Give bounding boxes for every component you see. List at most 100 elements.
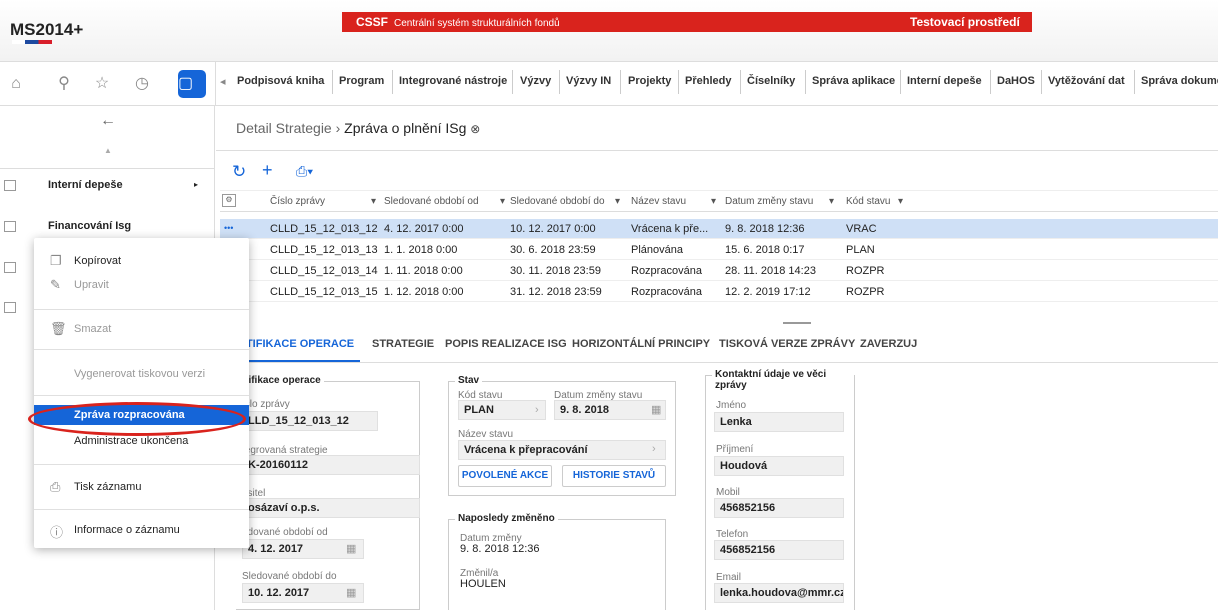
menu-item[interactable]: Vytěžování dat (1048, 75, 1125, 87)
menu-item[interactable]: Projekty (628, 75, 671, 87)
table-row[interactable]: CLLD_15_12_013_15 1. 12. 2018 0:00 31. 1… (220, 282, 1218, 302)
menu-item[interactable]: Interní depeše (907, 75, 982, 87)
cell: 15. 6. 2018 0:17 (725, 244, 805, 256)
splitter-handle[interactable] (783, 322, 811, 324)
calendar-icon[interactable]: ▦ (346, 542, 356, 555)
cell: ROZPR (846, 286, 885, 298)
table-row[interactable]: CLLD_15_12_013_13 1. 1. 2018 0:00 30. 6.… (220, 240, 1218, 260)
clock-icon[interactable]: ◷ (130, 72, 154, 96)
menu-item-smazat[interactable]: Smazat (74, 323, 111, 335)
info-icon: ⓘ (50, 525, 64, 540)
menu-item[interactable]: Program (339, 75, 384, 87)
nazev-stavu-field[interactable]: Vrácena k přepracování (458, 440, 666, 460)
tab-popis[interactable]: POPIS REALIZACE ISG (445, 338, 567, 350)
sidebar-item-financovani[interactable]: Financování Isg (48, 220, 131, 232)
menu-item-tiskova-verze[interactable]: Vygenerovat tiskovou verzi (74, 368, 205, 380)
zmenil-value: HOULEN (460, 578, 506, 590)
menu-divider (1134, 70, 1135, 94)
email-field[interactable]: lenka.houdova@mmr.cz (714, 583, 844, 603)
kod-stavu-field[interactable]: PLAN (458, 400, 546, 420)
cell: Plánována (631, 244, 683, 256)
chevron-right-icon[interactable]: › (652, 443, 656, 455)
chevron-right-icon[interactable]: › (535, 404, 539, 416)
menu-item[interactable]: Podpisová kniha (237, 75, 324, 87)
datum-zmeny-field[interactable]: 9. 8. 2018 (554, 400, 666, 420)
col-header[interactable]: Datum změny stavu (725, 196, 813, 207)
print-dropdown-icon[interactable]: ⎙▾ (296, 163, 313, 180)
telefon-field[interactable]: 456852156 (714, 540, 844, 560)
breadcrumb-parent[interactable]: Detail Strategie (236, 120, 332, 136)
nositel-field[interactable]: osázaví o.p.s. (242, 498, 420, 518)
row-menu-icon[interactable]: ••• (224, 223, 233, 233)
back-arrow-icon[interactable]: ← (100, 112, 116, 130)
menu-item[interactable]: Číselníky (747, 75, 795, 87)
menu-divider (34, 395, 249, 396)
menu-item[interactable]: Integrované nástroje (399, 75, 507, 87)
jmeno-field[interactable]: Lenka (714, 412, 844, 432)
field-label: Telefon (716, 529, 749, 540)
col-header[interactable]: Kód stavu (846, 196, 890, 207)
close-circle-icon[interactable]: ⊗ (470, 122, 480, 136)
field-label: Jméno (716, 400, 747, 411)
grid-settings-icon[interactable]: ⚙ (222, 194, 236, 207)
menu-scroll-left-icon[interactable]: ◂ (220, 75, 226, 88)
search-icon[interactable]: ⚲ (52, 72, 76, 96)
col-header-sort-icon[interactable]: ▾ (371, 196, 376, 207)
prijmeni-field[interactable]: Houdová (714, 456, 844, 476)
tabs-divider (216, 362, 1218, 363)
col-header[interactable]: Název stavu (631, 196, 686, 207)
menu-item-tisk[interactable]: Tisk záznamu (74, 481, 141, 493)
menu-item-administrace-ukoncena[interactable]: Administrace ukončena (74, 435, 188, 447)
col-header[interactable]: Číslo zprávy (270, 196, 325, 207)
cell: 30. 11. 2018 23:59 (510, 265, 601, 277)
strategie-field[interactable]: K-20160112 (242, 455, 420, 475)
calendar-icon[interactable]: ▦ (346, 586, 356, 599)
menu-item[interactable]: Výzvy (520, 75, 551, 87)
col-header[interactable]: Sledované období do (510, 196, 605, 207)
refresh-icon[interactable]: ↻ (232, 162, 246, 182)
tab-tiskova[interactable]: TISKOVÁ VERZE ZPRÁVY (719, 338, 855, 350)
col-header-sort-icon[interactable]: ▾ (615, 196, 620, 207)
cislo-zpravy-field[interactable]: LLD_15_12_013_12 (242, 411, 378, 431)
pencil-icon: ✎ (50, 277, 61, 292)
menu-item[interactable]: DaHOS (997, 75, 1035, 87)
historie-stavu-button[interactable]: HISTORIE STAVŮ (562, 465, 666, 487)
col-header[interactable]: Sledované období od (384, 196, 479, 207)
chevron-right-icon: ▸ (194, 180, 199, 189)
col-header-sort-icon[interactable]: ▾ (500, 196, 505, 207)
calendar-icon[interactable]: ▦ (651, 403, 661, 416)
sidebar-item-interni-depese[interactable]: Interní depeše (48, 179, 123, 191)
cell: 1. 12. 2018 0:00 (384, 286, 464, 298)
menu-item[interactable]: Výzvy IN (566, 75, 611, 87)
menu-item[interactable]: Přehledy (685, 75, 731, 87)
table-row[interactable]: CLLD_15_12_013_14 1. 11. 2018 0:00 30. 1… (220, 261, 1218, 281)
tab-zaverzuj[interactable]: ZAVERZUJ (860, 338, 917, 350)
col-header-sort-icon[interactable]: ▾ (898, 196, 903, 207)
tab-identifikace[interactable]: NTIFIKACE OPERACE (238, 338, 354, 350)
menu-item-kopirovat[interactable]: Kopírovat (74, 255, 121, 267)
col-header-sort-icon[interactable]: ▾ (829, 196, 834, 207)
table-row[interactable]: ••• CLLD_15_12_013_12 4. 12. 2017 0:00 1… (220, 219, 1218, 239)
panel-toggle-icon[interactable]: ▢ (178, 70, 206, 98)
menu-item[interactable]: Správa dokume (1141, 75, 1218, 87)
povolene-akce-button[interactable]: POVOLENÉ AKCE (458, 465, 552, 487)
document-icon (4, 262, 16, 273)
menu-item-upravit[interactable]: Upravit (74, 279, 109, 291)
cell: 4. 12. 2017 0:00 (384, 223, 464, 235)
menu-item-informace[interactable]: Informace o záznamu (74, 524, 180, 536)
document-icon (4, 302, 16, 313)
breadcrumb-current: Zpráva o plnění ISg (344, 120, 467, 136)
star-icon[interactable]: ☆ (90, 72, 114, 96)
tab-horizontalni[interactable]: HORIZONTÁLNÍ PRINCIPY (572, 338, 710, 350)
home-icon[interactable]: ⌂ (4, 72, 28, 96)
tab-strategie[interactable]: STRATEGIE (372, 338, 434, 350)
add-icon[interactable]: + (262, 160, 273, 181)
menu-item[interactable]: Správa aplikace (812, 75, 895, 87)
col-header-sort-icon[interactable]: ▾ (711, 196, 716, 207)
cell: CLLD_15_12_013_14 (270, 265, 378, 277)
mobil-field[interactable]: 456852156 (714, 498, 844, 518)
menu-divider (34, 349, 249, 350)
scroll-up-icon[interactable]: ▲ (104, 146, 112, 155)
fieldset-legend: Kontaktní údaje ve věci zprávy (712, 369, 854, 391)
breadcrumb: Detail Strategie › Zpráva o plnění ISg ⊗ (236, 120, 480, 136)
